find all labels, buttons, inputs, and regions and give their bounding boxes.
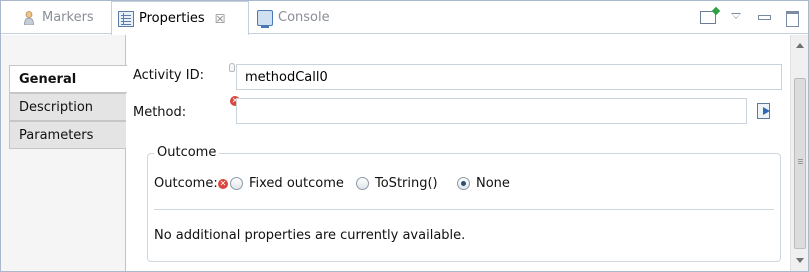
tab-label: Properties <box>139 11 205 26</box>
section-tab-parameters[interactable]: Parameters <box>9 121 126 149</box>
tab-label: Console <box>278 10 330 25</box>
vertical-scrollbar[interactable] <box>790 35 808 271</box>
tab-markers[interactable]: Markers <box>15 1 110 34</box>
info-text: No additional properties are currently a… <box>154 228 466 243</box>
outcome-group-title: Outcome <box>154 145 220 160</box>
tab-console[interactable]: Console <box>251 1 346 34</box>
tab-label: Markers <box>42 10 94 25</box>
section-tab-description[interactable]: Description <box>9 93 126 121</box>
radio-label-tostring[interactable]: ToString() <box>375 176 438 191</box>
lightbulb-icon <box>229 63 235 72</box>
general-section: Activity ID: Method: ✕ Outcome Outcome: … <box>127 35 790 271</box>
view-menu-icon[interactable] <box>728 9 744 25</box>
property-section-tabs: General Description Parameters <box>1 35 127 271</box>
scroll-thumb[interactable] <box>794 78 806 249</box>
divider <box>154 209 774 210</box>
maximize-icon[interactable] <box>784 9 800 27</box>
minimize-icon[interactable] <box>756 9 772 25</box>
browse-method-icon[interactable] <box>755 101 773 119</box>
outcome-group <box>147 153 781 262</box>
properties-icon <box>118 10 134 27</box>
markers-icon <box>21 10 37 26</box>
tab-properties[interactable]: Properties ☒ <box>111 1 249 35</box>
close-icon[interactable]: ☒ <box>215 12 226 26</box>
view-tab-bar: Markers Properties ☒ Console <box>1 1 808 35</box>
section-tab-label: Parameters <box>19 127 94 143</box>
console-icon <box>257 9 273 28</box>
section-tab-label: Description <box>19 99 94 115</box>
pin-icon[interactable] <box>700 10 716 24</box>
radio-tostring[interactable] <box>356 177 369 190</box>
method-label: Method: <box>133 105 187 120</box>
outcome-label: Outcome: <box>154 176 218 191</box>
view-toolbar <box>700 7 800 27</box>
activity-id-field[interactable] <box>236 64 782 90</box>
radio-fixed-outcome[interactable] <box>230 177 243 190</box>
radio-label-none[interactable]: None <box>476 176 510 191</box>
properties-view: Markers Properties ☒ Console General Des… <box>0 0 809 272</box>
method-field[interactable] <box>236 98 747 124</box>
scroll-down-icon[interactable] <box>796 258 804 263</box>
section-tab-general[interactable]: General <box>9 65 127 93</box>
radio-label-fixed-outcome[interactable]: Fixed outcome <box>249 176 344 191</box>
radio-none[interactable] <box>457 177 470 190</box>
scroll-up-icon[interactable] <box>796 43 804 48</box>
section-tab-label: General <box>19 71 77 87</box>
error-icon: ✕ <box>218 179 228 189</box>
activity-id-label: Activity ID: <box>133 68 204 83</box>
